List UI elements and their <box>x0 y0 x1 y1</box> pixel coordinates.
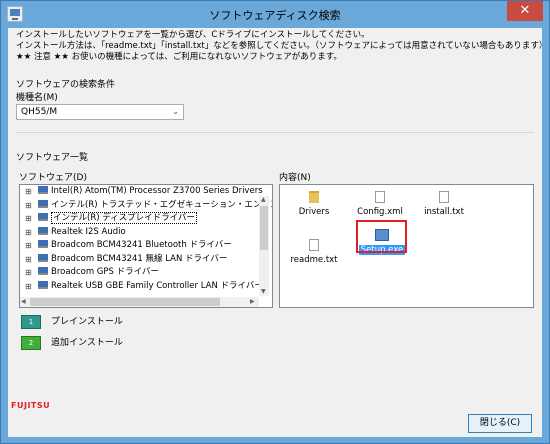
model-select-value: QH55/M <box>21 107 58 117</box>
window-title: ソフトウェアディスク検索 <box>209 9 341 22</box>
scroll-thumb[interactable] <box>30 298 220 306</box>
app-window: ソフトウェアディスク検索 ✕ インストールしたいソフトウェアを一覧から選び、Cド… <box>0 0 550 444</box>
brand-logo: FUJITSU <box>11 401 51 410</box>
preinstall-button[interactable]: 1 プレインストール <box>21 313 123 331</box>
computer-icon <box>38 240 48 248</box>
scroll-up-icon[interactable]: ▲ <box>261 196 266 203</box>
tree-item[interactable]: ⊞ Broadcom GPS ドライバー <box>20 266 272 280</box>
highlight-box <box>356 220 407 253</box>
list-section-label: ソフトウェア一覧 <box>16 153 89 163</box>
document-icon <box>309 239 319 251</box>
tree-item[interactable]: ⊞ Broadcom BCM43241 Bluetooth ドライバー <box>20 239 272 253</box>
window-close-button[interactable]: ✕ <box>507 1 543 21</box>
computer-icon <box>38 253 48 262</box>
tree-vertical-scrollbar[interactable]: ▲ ▼ <box>259 196 269 296</box>
intro-line-1: インストールしたいソフトウェアを一覧から選び、Cドライブにインストールしてくださ… <box>16 30 370 40</box>
computer-icon <box>38 280 48 289</box>
tree-item[interactable]: ⊞ Broadcom BCM43241 無線 LAN ドライバー <box>20 253 272 267</box>
file-item[interactable]: readme.txt <box>284 239 344 265</box>
chevron-down-icon: ⌄ <box>172 107 179 116</box>
computer-icon <box>38 267 48 275</box>
computer-icon <box>38 213 48 221</box>
tree-item-selected[interactable]: ⊞ インテル(R) ディスプレイドライバー <box>20 212 272 226</box>
intro-line-2: インストール方法は、「readme.txt」「install.txt」などを参照… <box>16 41 548 51</box>
document-icon <box>439 191 449 203</box>
computer-icon <box>38 199 48 208</box>
close-button[interactable]: 閉じる(C) <box>468 414 532 433</box>
expand-icon[interactable]: ⊞ <box>25 255 32 264</box>
intro-line-3: ★★ 注意 ★★ お使いの機種によっては、ご利用になれないソフトウェアがあります… <box>16 52 342 62</box>
file-item[interactable]: Drivers <box>284 191 344 217</box>
dialog-body: インストールしたいソフトウェアを一覧から選び、Cドライブにインストールしてくださ… <box>8 28 547 437</box>
software-list-label: ソフトウェア(D) <box>19 173 87 183</box>
scroll-thumb[interactable] <box>260 206 268 250</box>
model-select[interactable]: QH55/M ⌄ <box>16 104 184 120</box>
expand-icon[interactable]: ⊞ <box>25 282 32 291</box>
computer-icon: 2 <box>21 335 41 350</box>
expand-icon[interactable]: ⊞ <box>25 241 32 250</box>
intro-text: インストールしたいソフトウェアを一覧から選び、Cドライブにインストールしてくださ… <box>16 30 547 63</box>
folder-icon <box>309 191 319 203</box>
section-divider <box>16 132 534 133</box>
tree-item[interactable]: ⊞ Realtek USB GBE Family Controller LAN ド… <box>20 280 272 294</box>
search-section-label: ソフトウェアの検索条件 <box>16 80 116 90</box>
tree-item[interactable]: ⊞ インテル(R) トラステッド・エグゼキューション・エンジン <box>20 199 272 213</box>
tree-item[interactable]: ⊞ Realtek I2S Audio <box>20 226 272 240</box>
document-icon <box>375 191 385 203</box>
file-item[interactable]: Config.xml <box>350 191 410 217</box>
contents-label: 内容(N) <box>279 173 311 183</box>
expand-icon[interactable]: ⊞ <box>25 268 32 277</box>
file-item[interactable]: install.txt <box>414 191 474 217</box>
computer-icon: 1 <box>21 314 41 329</box>
expand-icon[interactable]: ⊞ <box>25 187 32 196</box>
expand-icon[interactable]: ⊞ <box>25 201 32 210</box>
contents-pane[interactable]: Drivers Config.xml install.txt readme.tx… <box>279 184 534 308</box>
additional-install-button[interactable]: 2 追加インストール <box>21 334 123 352</box>
model-label: 機種名(M) <box>16 93 58 103</box>
expand-icon[interactable]: ⊞ <box>25 228 32 237</box>
title-bar: ソフトウェアディスク検索 ✕ <box>1 1 549 27</box>
tree-item[interactable]: ⊞ Intel(R) Atom(TM) Processor Z3700 Serie… <box>20 185 272 199</box>
tree-horizontal-scrollbar[interactable]: ◀ ▶ <box>20 297 259 307</box>
expand-icon[interactable]: ⊞ <box>25 214 32 223</box>
software-tree[interactable]: ⊞ Intel(R) Atom(TM) Processor Z3700 Serie… <box>19 184 273 308</box>
scroll-down-icon[interactable]: ▼ <box>261 288 266 295</box>
computer-icon <box>38 186 48 194</box>
scroll-right-icon[interactable]: ▶ <box>250 298 255 305</box>
scroll-left-icon[interactable]: ◀ <box>21 298 26 305</box>
computer-icon <box>38 226 48 235</box>
